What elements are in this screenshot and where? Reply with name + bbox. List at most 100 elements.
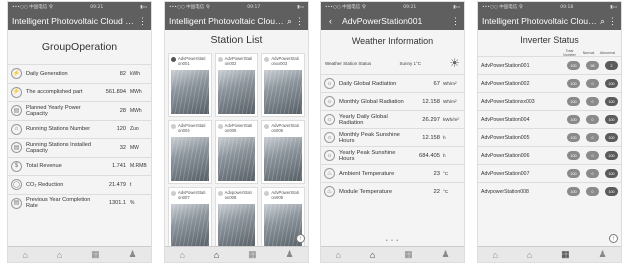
more-icon[interactable]: ⋮ bbox=[138, 16, 147, 27]
station-card[interactable]: AdvPowerStati on005 bbox=[214, 120, 259, 184]
status-dot-icon bbox=[217, 124, 223, 129]
inverter-icon[interactable]: ▦ bbox=[404, 249, 413, 260]
metric-label: The accomplished part bbox=[26, 89, 83, 96]
sun-icon: ☀ bbox=[449, 56, 460, 70]
total-badge: 100 bbox=[567, 79, 580, 88]
station-icon[interactable]: ⌂ bbox=[214, 250, 219, 260]
station-name: AdvpowerStati on008 bbox=[216, 188, 258, 202]
station-icon[interactable]: ⌂ bbox=[57, 250, 62, 260]
station-card[interactable]: AdvPowerStati onxx003 bbox=[261, 53, 305, 117]
bell-icon[interactable]: ♟ bbox=[285, 249, 293, 260]
station-card[interactable]: AdvPowerStati on007 bbox=[168, 187, 212, 251]
inverter-icon[interactable]: ▦ bbox=[561, 249, 570, 260]
status-dot-icon bbox=[264, 191, 270, 196]
inverter-row[interactable]: AdvPowerStation004 100 0 100 bbox=[478, 110, 621, 128]
weather-value: 67 bbox=[433, 80, 440, 87]
station-card[interactable]: AdvPowerStati on004 bbox=[168, 120, 212, 184]
weather-row: ☼ Yearly Daily Global Radiation 26.297 kWh/… bbox=[321, 110, 464, 128]
inverter-row[interactable]: AdvPowerStation005 100 0 100 bbox=[478, 128, 621, 146]
inverter-row[interactable]: AdvPowerStation002 100 0 100 bbox=[478, 74, 621, 92]
search-icon[interactable]: ⌕ bbox=[600, 16, 605, 27]
metric-value: 82 bbox=[119, 70, 126, 77]
inverter-row[interactable]: AdvPowerStation001 100 98 2 bbox=[478, 56, 621, 74]
title-bar: Intelligent Photovoltaic Cloud... ⌕ ⋮ bbox=[478, 12, 621, 30]
battery-icon: ▮▭ bbox=[453, 4, 460, 10]
station-card[interactable]: AdvpowerStati on008 bbox=[214, 187, 259, 251]
battery-icon: ▮▭ bbox=[297, 4, 304, 10]
total-badge: 100 bbox=[567, 115, 580, 124]
metric-icon: ▤ bbox=[11, 105, 22, 117]
more-icon[interactable]: ⋮ bbox=[295, 16, 304, 27]
metric-row: $ Total Revenue 1.741 M.RMB bbox=[8, 156, 151, 175]
station-icon[interactable]: ⌂ bbox=[370, 250, 375, 260]
page-title: GroupOperation bbox=[8, 30, 151, 64]
page-title: Weather Information bbox=[351, 36, 434, 46]
abnormal-badge: 100 bbox=[605, 133, 618, 142]
status-bar: •••○○ 中国电信 令 09:21 ▮▭ bbox=[8, 2, 151, 12]
weather-unit: h bbox=[443, 134, 446, 140]
inverter-row[interactable]: AdvpowerStation008 100 0 100 bbox=[478, 182, 621, 200]
metric-unit: Zuo bbox=[130, 126, 139, 133]
normal-badge: 0 bbox=[586, 187, 599, 196]
weather-metric-icon: ☼ bbox=[324, 132, 335, 143]
battery-icon: ▮▭ bbox=[140, 4, 147, 10]
station-name: AdvPowerStati on006 bbox=[262, 121, 304, 135]
station-photo bbox=[217, 204, 256, 248]
station-card[interactable]: AdvPowerStati on006 bbox=[261, 120, 305, 184]
home-icon[interactable]: ⌂ bbox=[22, 250, 27, 260]
inverter-row[interactable]: AdvPowerStation007 100 0 100 bbox=[478, 164, 621, 182]
station-label: AdvPowerStati on001 bbox=[178, 56, 206, 66]
station-name: AdvPowerStati on009 bbox=[262, 188, 304, 202]
metric-icon: ⚡ bbox=[11, 68, 22, 80]
station-label: AdvPowerStati on007 bbox=[178, 190, 206, 200]
weather-row: ☼ Monthly Peak Sunshine Hours 12.158 h bbox=[321, 128, 464, 146]
search-icon[interactable]: ⌕ bbox=[287, 16, 292, 27]
home-icon[interactable]: ⌂ bbox=[179, 250, 184, 260]
station-icon[interactable]: ⌂ bbox=[527, 250, 532, 260]
weather-row: ☼ Daily Global Radiation 67 Wh/m² bbox=[321, 74, 464, 92]
weather-value: 684.405 bbox=[419, 152, 440, 159]
back-icon[interactable]: ‹ bbox=[329, 16, 332, 26]
total-badge: 100 bbox=[567, 97, 580, 106]
station-card[interactable]: AdvPowerStati on001 bbox=[168, 53, 212, 117]
bell-icon[interactable]: ♟ bbox=[128, 249, 136, 260]
metric-row: ▤ Running Stations Installed Capacity 32 MW bbox=[8, 138, 151, 157]
phone-weather-info: •••○○ 中国电信 令 09:21 ▮▭ ‹ AdvPowerStation001 ⋮… bbox=[320, 1, 465, 263]
weather-metric-icon: ☼ bbox=[324, 150, 335, 161]
app-title: AdvPowerStation001 bbox=[342, 16, 423, 26]
carrier-text: •••○○ 中国电信 令 bbox=[325, 5, 367, 10]
home-icon[interactable]: ⌂ bbox=[335, 250, 340, 260]
bell-icon[interactable]: ♟ bbox=[598, 249, 606, 260]
scroll-top-icon[interactable]: ↑ bbox=[296, 234, 305, 243]
station-card[interactable]: AdvPowerStati on002 bbox=[214, 53, 259, 117]
app-title: Intelligent Photovoltaic Cloud Ce... bbox=[12, 16, 135, 26]
weather-unit: °C bbox=[443, 170, 449, 176]
station-name: AdvPowerStati onxx003 bbox=[262, 54, 304, 68]
weather-value: 23 bbox=[433, 170, 440, 177]
scroll-top-icon[interactable]: ↑ bbox=[609, 234, 618, 243]
home-icon[interactable]: ⌂ bbox=[492, 250, 497, 260]
station-name: AdvPowerStation005 bbox=[481, 134, 530, 141]
inverter-row[interactable]: AdvPowerStationxx003 100 0 100 bbox=[478, 92, 621, 110]
inverter-icon[interactable]: ▦ bbox=[248, 249, 257, 260]
station-photo bbox=[171, 204, 209, 248]
metric-row: ▤ Planned Yearly Power Capacity 28 MWh bbox=[8, 101, 151, 120]
metric-unit: MWh bbox=[130, 89, 142, 96]
title-bar: ‹ AdvPowerStation001 ⋮ bbox=[321, 12, 464, 30]
more-icon[interactable]: ⋮ bbox=[608, 16, 617, 27]
inverter-icon[interactable]: ▦ bbox=[91, 249, 100, 260]
weather-text: Sunny 1°C bbox=[399, 60, 421, 66]
total-badge: 100 bbox=[567, 133, 580, 142]
station-name: AdvPowerStati on004 bbox=[169, 121, 211, 135]
station-photo bbox=[264, 137, 302, 181]
total-badge: 100 bbox=[567, 187, 580, 196]
status-dot-icon bbox=[171, 124, 176, 129]
metric-row: ◯ CO₂ Reduction 21.479 t bbox=[8, 175, 151, 194]
metric-label: Running Stations Installed Capacity bbox=[26, 141, 91, 154]
more-icon[interactable]: ⋮ bbox=[451, 16, 460, 27]
abnormal-badge: 100 bbox=[605, 151, 618, 160]
bell-icon[interactable]: ♟ bbox=[441, 249, 449, 260]
inverter-row[interactable]: AdvPowerStation006 100 0 100 bbox=[478, 146, 621, 164]
metric-label: Planned Yearly Power Capacity bbox=[26, 104, 81, 117]
metric-icon: ⚡ bbox=[11, 86, 22, 98]
